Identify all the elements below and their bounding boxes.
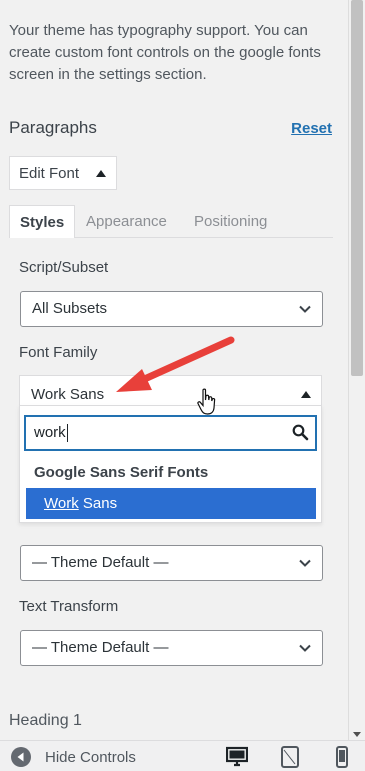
section-title: Paragraphs [9,118,97,137]
font-option-work-sans[interactable]: Work Sans [26,488,316,519]
panel-scrollbar[interactable] [348,0,365,741]
scroll-down-arrow-icon[interactable] [353,732,361,737]
font-search-value: work [34,424,66,441]
scrollbar-thumb[interactable] [351,0,363,376]
tab-styles[interactable]: Styles [9,205,76,238]
script-subset-label: Script/Subset [19,259,109,276]
script-subset-value: All Subsets [32,300,108,317]
reset-link[interactable]: Reset [291,120,332,137]
search-icon [292,424,309,441]
hand-cursor-icon [197,388,216,415]
mobile-icon[interactable] [331,746,353,768]
font-settings-tabs: Styles Appearance Positioning [9,205,333,238]
script-subset-select[interactable]: All Subsets [20,291,323,327]
tab-appearance[interactable]: Appearance [76,205,177,237]
font-search-input[interactable]: work [24,415,317,451]
text-transform-select[interactable]: — Theme Default — [20,630,323,666]
font-family-label: Font Family [19,344,98,361]
customizer-footer: Hide Controls [0,740,365,771]
hide-controls-button[interactable]: Hide Controls [11,747,136,767]
font-family-dropdown: work Google Sans Serif Fonts Work Sans [19,405,322,523]
text-decoration-select[interactable]: — Theme Default — [20,545,323,581]
desktop-icon[interactable] [226,746,248,768]
font-family-value: Work Sans [31,386,105,403]
text-cursor [66,424,68,443]
caret-up-icon [301,391,311,398]
next-section-title: Heading 1 [9,712,82,729]
edit-font-button[interactable]: Edit Font [9,156,117,190]
option-rest-text: Sans [78,495,118,512]
typography-intro-text: Your theme has typography support. You c… [9,22,321,83]
collapse-arrow-icon [11,747,31,767]
text-decoration-value: — Theme Default — [32,554,169,571]
chevron-down-icon [299,305,311,313]
caret-up-icon [96,170,106,177]
hide-controls-label: Hide Controls [45,748,136,766]
annotation-arrow-icon [116,336,235,392]
font-group-label: Google Sans Serif Fonts [34,464,209,481]
option-match-text: Work [44,495,79,512]
text-transform-label: Text Transform [19,598,119,615]
tab-positioning[interactable]: Positioning [184,205,277,237]
text-transform-value: — Theme Default — [32,639,169,656]
edit-font-label: Edit Font [19,165,80,182]
tablet-icon[interactable] [279,746,301,768]
chevron-down-icon [299,559,311,567]
chevron-down-icon [299,644,311,652]
